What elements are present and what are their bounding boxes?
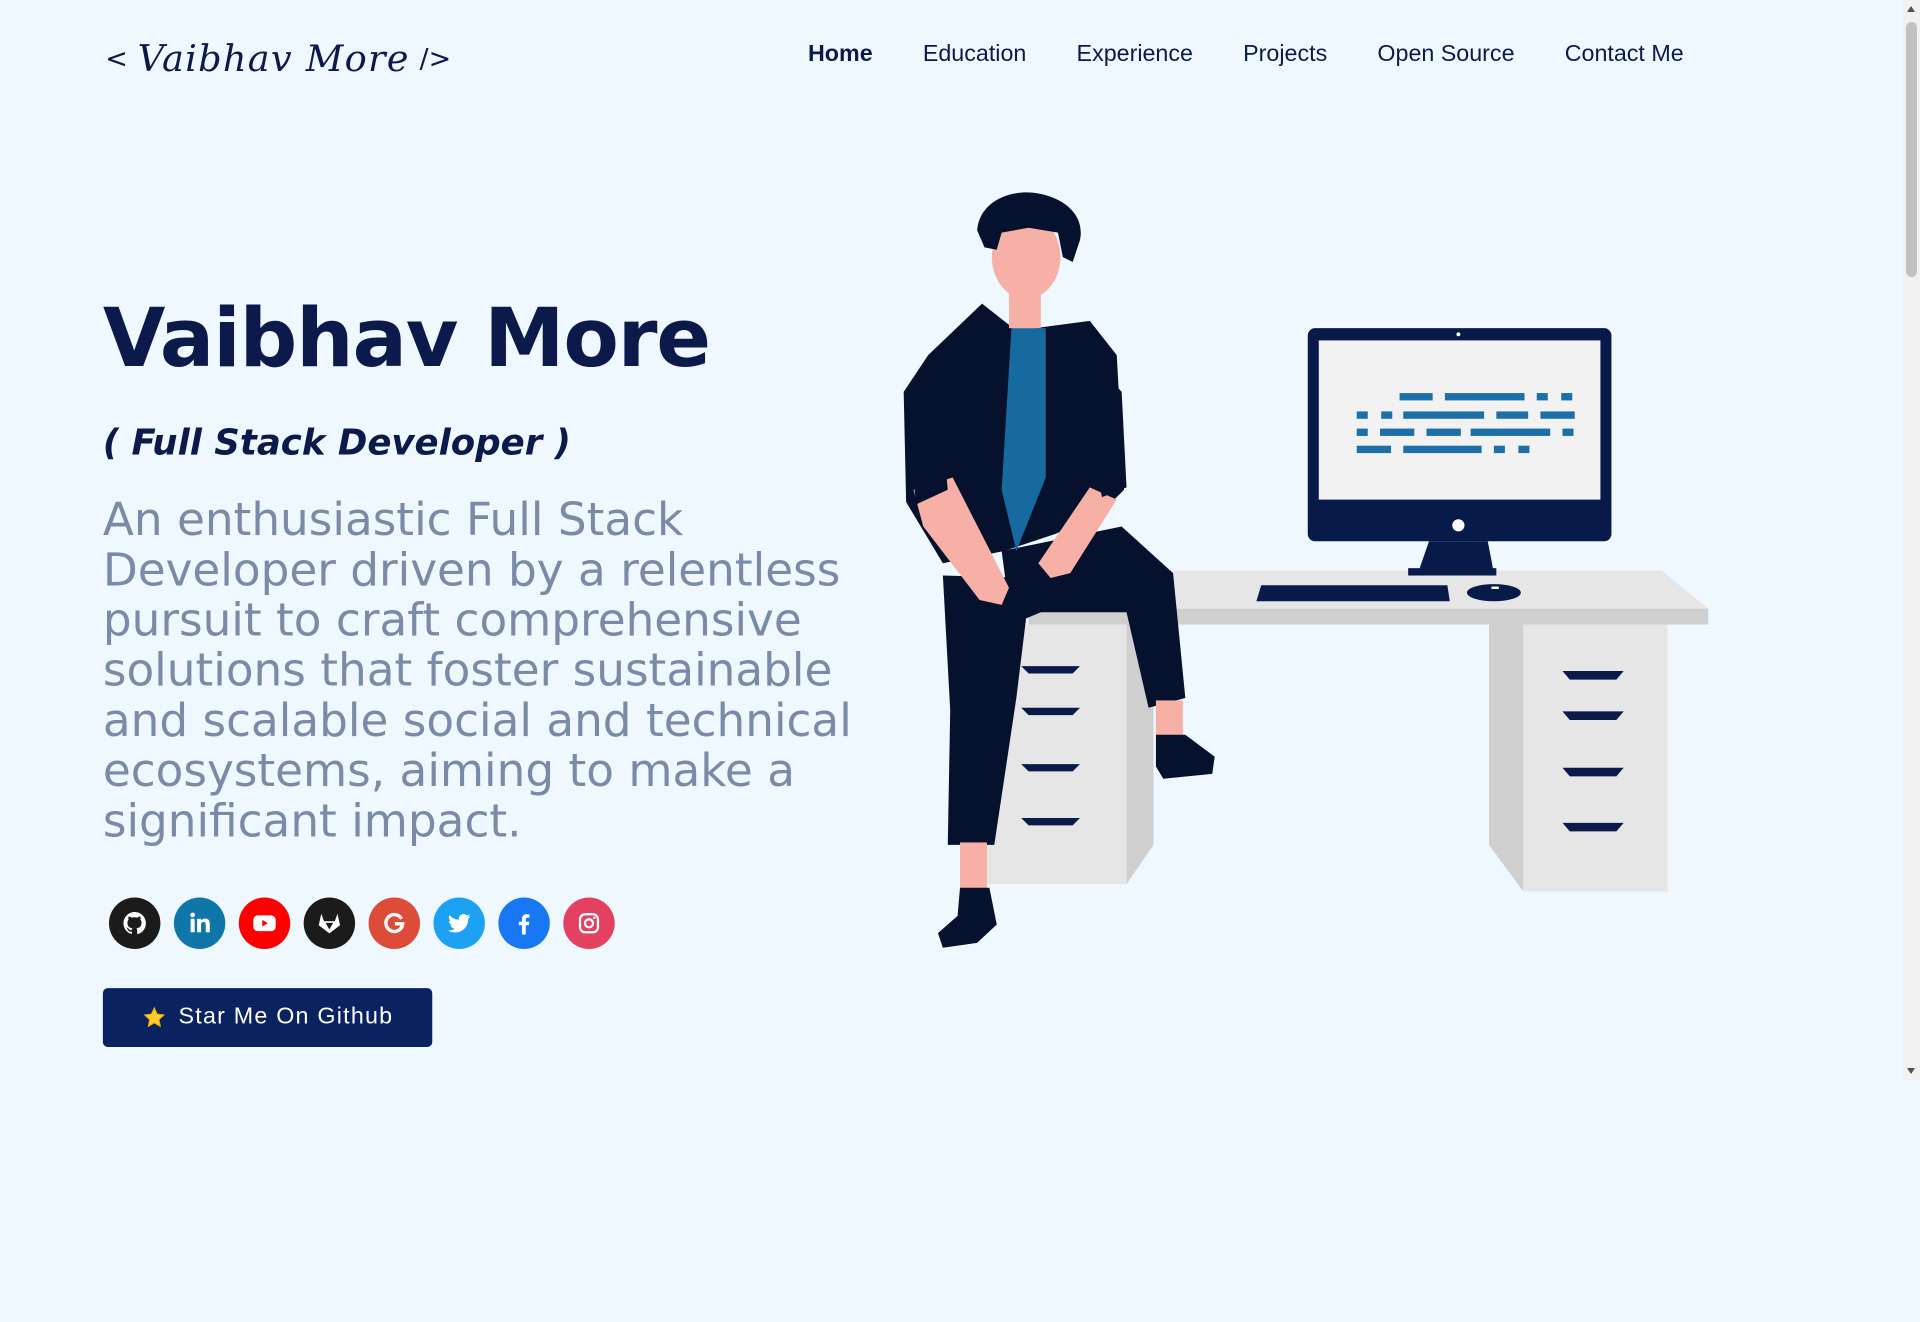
main-nav: Home Education Experience Projects Open … <box>808 42 1684 69</box>
github-link[interactable] <box>108 897 161 949</box>
nav-open-source[interactable]: Open Source <box>1377 42 1514 69</box>
linkedin-icon <box>190 912 210 933</box>
hero-name: Vaibhav More <box>102 291 711 386</box>
site-logo[interactable]: < Vaibhav More /> <box>105 34 451 83</box>
facebook-link[interactable] <box>498 897 550 949</box>
nav-experience[interactable]: Experience <box>1077 42 1193 69</box>
instagram-icon <box>578 913 600 934</box>
social-links <box>108 897 615 949</box>
instagram-link[interactable] <box>563 897 615 949</box>
developer-desk-illustration <box>903 192 1709 948</box>
scrollbar-thumb[interactable] <box>1906 22 1917 277</box>
twitter-link[interactable] <box>433 897 485 949</box>
gitlab-link[interactable] <box>303 897 356 949</box>
google-icon <box>384 912 405 934</box>
logo-signature: Vaibhav More <box>137 37 410 81</box>
youtube-link[interactable] <box>238 897 291 949</box>
gitlab-icon <box>318 913 341 934</box>
logo-close-bracket: /> <box>419 43 452 75</box>
scroll-down-arrow-icon[interactable] <box>1907 1068 1915 1074</box>
page-scrollbar[interactable] <box>1903 0 1920 1080</box>
nav-projects[interactable]: Projects <box>1243 42 1327 69</box>
nav-contact-me[interactable]: Contact Me <box>1565 42 1684 69</box>
nav-education[interactable]: Education <box>923 42 1026 69</box>
star-on-github-button[interactable]: Star Me On Github <box>102 988 433 1047</box>
twitter-icon <box>447 914 471 933</box>
star-icon <box>143 1006 165 1028</box>
nav-home[interactable]: Home <box>808 42 873 69</box>
scroll-up-arrow-icon[interactable] <box>1907 6 1915 12</box>
star-on-github-label: Star Me On Github <box>178 1004 394 1030</box>
hero-description: An enthusiastic Full Stack Developer dri… <box>102 493 852 848</box>
linkedin-link[interactable] <box>173 897 226 949</box>
youtube-icon <box>253 915 276 932</box>
github-icon <box>123 912 146 935</box>
google-link[interactable] <box>368 897 421 949</box>
page-content: < Vaibhav More /> Home Education Experie… <box>0 0 1899 1080</box>
facebook-icon <box>518 914 530 935</box>
logo-open-bracket: < <box>105 43 128 75</box>
hero-role: ( Full Stack Developer ) <box>102 421 571 463</box>
